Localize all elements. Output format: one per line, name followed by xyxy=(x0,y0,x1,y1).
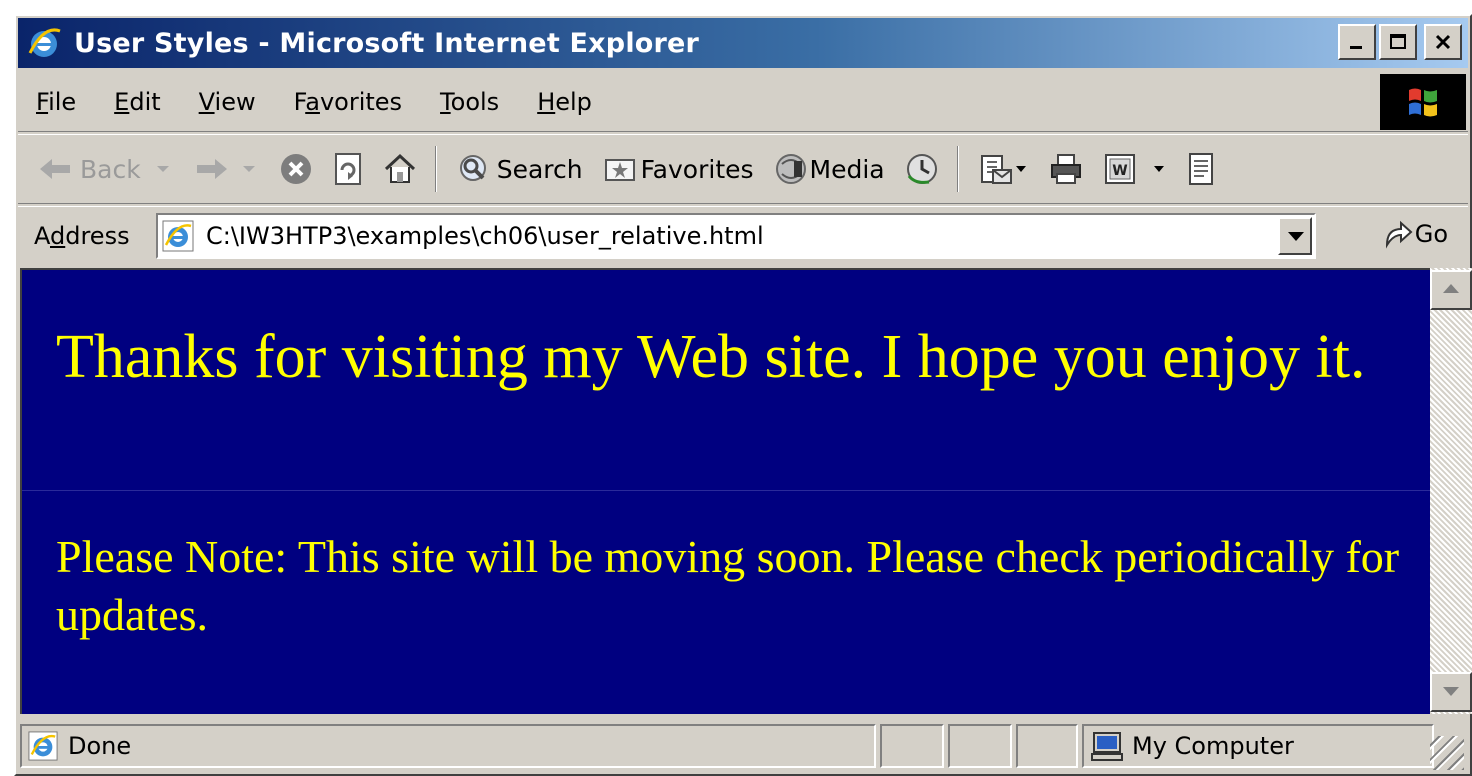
page-content: Thanks for visiting my Web site. I hope … xyxy=(20,268,1430,714)
svg-text:W: W xyxy=(1112,163,1127,179)
address-bar: Address C:\IW3HTP3\examples\ch06\user_re… xyxy=(18,206,1468,264)
menu-help[interactable]: Help xyxy=(537,88,592,116)
mail-icon xyxy=(980,155,1012,184)
windows-logo-icon xyxy=(1380,74,1466,130)
back-arrow-icon xyxy=(40,159,70,179)
status-pane-1 xyxy=(880,724,944,768)
close-icon xyxy=(1435,34,1451,50)
go-label: Go xyxy=(1414,220,1448,248)
mail-button[interactable] xyxy=(979,152,1029,186)
status-main: Done xyxy=(20,724,876,768)
maximize-icon xyxy=(1390,34,1406,49)
standard-toolbar: Back Search Favorites Media W xyxy=(18,134,1468,204)
scroll-up-button[interactable] xyxy=(1430,270,1472,310)
address-input[interactable]: C:\IW3HTP3\examples\ch06\user_relative.h… xyxy=(156,213,1316,259)
chevron-down-icon xyxy=(156,166,169,172)
menu-tools[interactable]: Tools xyxy=(440,88,499,116)
search-label: Search xyxy=(496,154,583,184)
scroll-down-button[interactable] xyxy=(1430,672,1472,712)
status-zone-label: My Computer xyxy=(1132,732,1294,760)
refresh-button[interactable] xyxy=(333,152,363,186)
history-button[interactable] xyxy=(905,152,939,186)
address-url: C:\IW3HTP3\examples\ch06\user_relative.h… xyxy=(206,222,764,250)
home-icon xyxy=(384,153,415,183)
go-arrow-icon xyxy=(1385,220,1413,249)
my-computer-icon xyxy=(1091,732,1123,761)
stop-icon xyxy=(280,154,311,184)
welcome-paragraph: Thanks for visiting my Web site. I hope … xyxy=(56,323,1366,391)
media-icon xyxy=(775,154,806,184)
forward-button[interactable] xyxy=(193,156,259,182)
search-button[interactable]: Search xyxy=(457,152,583,186)
refresh-icon xyxy=(334,153,361,185)
minimize-button[interactable] xyxy=(1338,24,1376,60)
favorites-star-icon xyxy=(604,159,635,181)
close-button[interactable] xyxy=(1424,24,1462,60)
maximize-button[interactable] xyxy=(1379,24,1417,60)
address-dropdown-button[interactable] xyxy=(1278,217,1312,255)
print-button[interactable] xyxy=(1049,152,1083,186)
content-divider xyxy=(22,490,1430,491)
ie-logo-icon xyxy=(26,25,62,61)
search-icon xyxy=(459,155,486,181)
status-zone: My Computer xyxy=(1082,724,1434,768)
page-done-icon xyxy=(28,731,58,761)
forward-arrow-icon xyxy=(196,159,227,179)
minimize-icon xyxy=(1350,46,1362,49)
menu-view[interactable]: View xyxy=(199,88,256,116)
title-bar[interactable]: User Styles - Microsoft Internet Explore… xyxy=(18,18,1468,68)
history-icon xyxy=(906,154,937,184)
status-bar: Done My Computer xyxy=(18,718,1468,774)
menu-favorites[interactable]: Favorites xyxy=(294,88,402,116)
status-pane-2 xyxy=(948,724,1012,768)
favorites-button[interactable]: Favorites xyxy=(603,154,754,184)
resize-grip[interactable] xyxy=(1430,736,1464,770)
status-pane-3 xyxy=(1016,724,1078,768)
toolbar-separator xyxy=(434,146,437,192)
favorites-label: Favorites xyxy=(640,154,754,184)
back-button[interactable]: Back xyxy=(38,155,173,184)
stop-button[interactable] xyxy=(279,152,313,186)
menu-bar: File Edit View Favorites Tools Help xyxy=(18,72,1468,132)
status-text: Done xyxy=(68,732,132,760)
chevron-down-icon xyxy=(242,166,255,172)
home-button[interactable] xyxy=(383,152,417,186)
menu-edit[interactable]: Edit xyxy=(114,88,160,116)
discuss-button[interactable] xyxy=(1187,152,1215,186)
media-label: Media xyxy=(809,154,885,184)
edit-word-button[interactable]: W xyxy=(1103,152,1167,186)
chevron-down-icon xyxy=(1015,166,1026,172)
vertical-scrollbar[interactable] xyxy=(1430,268,1472,714)
browser-window: User Styles - Microsoft Internet Explore… xyxy=(14,14,1472,776)
window-title: User Styles - Microsoft Internet Explore… xyxy=(74,27,700,59)
chevron-down-icon xyxy=(1153,166,1164,172)
menu-file[interactable]: File xyxy=(36,88,76,116)
media-button[interactable]: Media xyxy=(774,152,885,186)
address-label: Address xyxy=(34,221,130,250)
word-editor-icon: W xyxy=(1104,154,1135,184)
print-icon xyxy=(1050,154,1081,184)
toolbar-separator xyxy=(956,146,959,192)
go-button[interactable]: Go xyxy=(1383,219,1448,249)
back-label: Back xyxy=(80,154,141,184)
page-icon xyxy=(162,220,194,252)
document-icon xyxy=(1188,153,1213,185)
notice-paragraph: Please Note: This site will be moving so… xyxy=(56,531,1400,640)
